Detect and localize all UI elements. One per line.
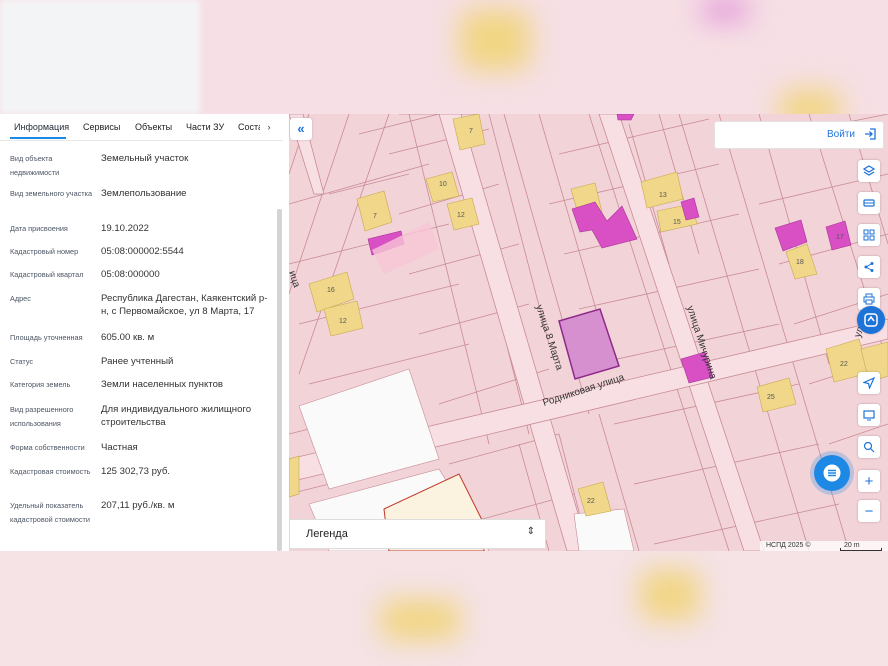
- copyright-text: НСПД 2025 ©: [766, 542, 811, 549]
- share-icon: [864, 262, 874, 272]
- info-row-value: 605.00 кв. м: [101, 332, 155, 343]
- info-row-value: Земли населенных пунктов: [101, 379, 223, 390]
- collapse-panel-button[interactable]: «: [290, 118, 312, 140]
- legend-label: Легенда: [306, 528, 348, 540]
- login-icon: [865, 128, 876, 140]
- parcel-number: 18: [796, 259, 804, 266]
- info-row-label: Статус: [10, 357, 34, 366]
- layers-icon: [863, 165, 875, 176]
- backdrop-top-left: [0, 0, 200, 114]
- info-row-label: Кадастровый номер: [10, 247, 79, 256]
- info-row-label: Кадастровый квартал: [10, 270, 84, 279]
- tab-objects[interactable]: Объекты: [135, 122, 172, 132]
- map-canvas: 7 10 12 7 16 12 13 15 17 18 22 25 22 ули…: [289, 114, 888, 551]
- zoom-out-button[interactable]: −: [858, 500, 880, 522]
- screen-button[interactable]: [858, 404, 880, 426]
- legend-dropdown[interactable]: Легенда ⇕: [289, 519, 546, 549]
- grid-icon: [863, 229, 875, 241]
- share-button[interactable]: [858, 256, 880, 278]
- tab-composition[interactable]: Соста: [238, 122, 260, 132]
- chat-icon: [823, 464, 841, 482]
- parcel-number: 25: [767, 394, 775, 401]
- panel-scrollbar[interactable]: [277, 209, 282, 551]
- scale-bar: [840, 548, 882, 551]
- login-bar[interactable]: Войти: [714, 121, 884, 149]
- tabs-scroll-right-button[interactable]: ›: [262, 120, 276, 134]
- login-label[interactable]: Войти: [827, 129, 855, 140]
- cadastral-map-window: Информация Сервисы Объекты Части ЗУ Сост…: [0, 114, 888, 551]
- white-area: [573, 508, 635, 551]
- info-row-value: 05:08:000000: [101, 269, 160, 280]
- info-row-value: 19.10.2022: [101, 223, 150, 234]
- info-row-label: Удельный показатель кадастровой стоимост…: [10, 501, 90, 524]
- up-down-chevron-icon: ⇕: [526, 526, 535, 537]
- tab-information[interactable]: Информация: [14, 122, 69, 132]
- parcel-number: 10: [439, 181, 447, 188]
- info-row-value: Ранее учтенный: [101, 356, 174, 367]
- measure-button[interactable]: [858, 224, 880, 246]
- building: [289, 455, 300, 498]
- parcel-number: 12: [339, 318, 347, 325]
- chevron-right-icon: ›: [267, 122, 271, 132]
- info-row-label: Дата присвоения: [10, 224, 68, 233]
- backdrop-blot: [640, 570, 700, 620]
- info-row-value: Землепользование: [101, 188, 187, 199]
- backdrop-blot: [380, 600, 460, 640]
- parcel-number: 12: [457, 212, 465, 219]
- magenta-building: [616, 114, 635, 121]
- parcel-number: 15: [673, 219, 681, 226]
- parcel-number: 7: [469, 128, 473, 135]
- active-tab-underline: [10, 137, 66, 139]
- parcel-number: 7: [373, 213, 377, 220]
- parcel-number: 22: [840, 361, 848, 368]
- object-info-panel: Информация Сервисы Объекты Части ЗУ Сост…: [0, 114, 283, 551]
- locate-button[interactable]: [858, 372, 880, 394]
- backdrop-blot: [700, 0, 750, 20]
- info-row-label: Вид объекта недвижимости: [10, 154, 60, 177]
- parcel-number: 16: [327, 287, 335, 294]
- map-pin-icon: [864, 313, 878, 327]
- backdrop-blot: [460, 10, 530, 70]
- info-row-label: Площадь уточненная: [10, 333, 83, 342]
- navigation-arrow-icon: [863, 377, 875, 389]
- info-row-label: Кадастровая стоимость: [10, 467, 91, 476]
- layers-button[interactable]: [858, 160, 880, 182]
- info-row-value: 125 302,73 руб.: [101, 466, 170, 477]
- tab-services[interactable]: Сервисы: [83, 122, 120, 132]
- print-icon: [863, 293, 875, 305]
- info-row-value: Для индивидуального жилищного строительс…: [101, 404, 252, 428]
- search-area-button[interactable]: [858, 436, 880, 458]
- minus-icon: −: [864, 502, 874, 520]
- tab-land-parts[interactable]: Части ЗУ: [186, 122, 224, 132]
- map-tools-button[interactable]: [857, 306, 885, 334]
- cadastral-number-value: 05:08:000002:5544: [101, 246, 184, 257]
- info-tabs: Информация Сервисы Объекты Части ЗУ Сост…: [0, 114, 283, 141]
- cadastral-map[interactable]: 7 10 12 7 16 12 13 15 17 18 22 25 22 ули…: [289, 114, 888, 551]
- parcel-number: 13: [659, 192, 667, 199]
- screen-icon: [863, 410, 875, 421]
- parcel-number: 22: [587, 498, 595, 505]
- info-row-value: Земельный участок: [101, 153, 189, 164]
- info-row-value: 207,11 руб./кв. м: [101, 500, 175, 511]
- card-icon: [863, 199, 875, 207]
- basemap-button[interactable]: [858, 192, 880, 214]
- map-footer: НСПД 2025 © 20 m: [760, 541, 888, 551]
- search-icon: [863, 441, 875, 453]
- zoom-in-button[interactable]: +: [858, 470, 880, 492]
- info-row-label: Форма собственности: [10, 443, 85, 452]
- chat-button[interactable]: [814, 455, 850, 491]
- plus-icon: +: [864, 472, 874, 490]
- address-value: Республика Дагестан, Каякентский р-н, с …: [101, 293, 268, 317]
- parcel-number: 17: [836, 234, 844, 241]
- info-row-label: Категория земель: [10, 380, 71, 389]
- info-row-value: Частная: [101, 442, 138, 453]
- info-row-label: Вид земельного участка: [10, 189, 93, 198]
- double-chevron-left-icon: «: [297, 121, 305, 136]
- info-row-label: Вид разрешенного использования: [10, 405, 74, 428]
- info-row-label: Адрес: [10, 294, 31, 303]
